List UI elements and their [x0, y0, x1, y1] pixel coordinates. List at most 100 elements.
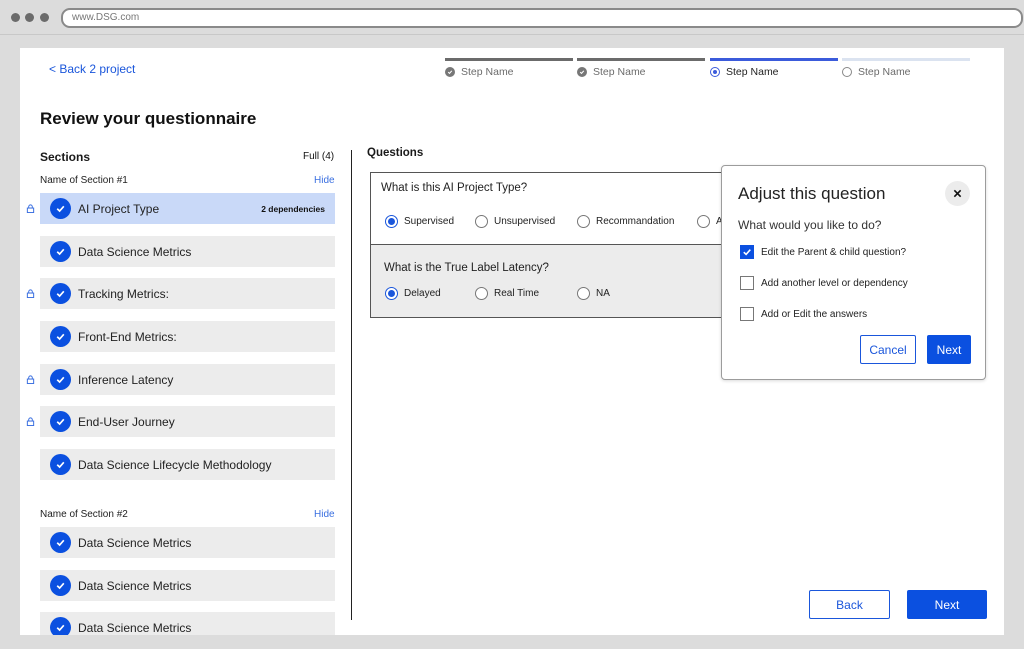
checkbox[interactable] — [740, 245, 754, 259]
section-item-front-end-metrics[interactable]: Front-End Metrics: — [40, 321, 335, 352]
checkbox-label: Add another level or dependency — [761, 277, 908, 289]
page-title: Review your questionnaire — [40, 109, 257, 128]
radio-label: Delayed — [404, 288, 441, 299]
check-circle-icon — [577, 67, 587, 77]
questions-heading: Questions — [367, 147, 424, 159]
section-item-label: Data Science Lifecycle Methodology — [78, 457, 272, 472]
lock-icon — [26, 289, 35, 298]
close-button[interactable] — [945, 181, 970, 206]
section-item-data-science-lifecycle[interactable]: Data Science Lifecycle Methodology — [40, 449, 335, 480]
step-2[interactable]: Step Name — [577, 58, 705, 78]
modal-cancel-button[interactable]: Cancel — [860, 335, 916, 364]
page: < Back 2 project Step Name Step Name Ste… — [20, 48, 1004, 635]
hide-section-link[interactable]: Hide — [314, 509, 335, 520]
section-item-label: AI Project Type — [78, 201, 160, 216]
lock-icon — [26, 204, 35, 213]
radio-option-real-time[interactable]: Real Time — [475, 287, 539, 300]
section-item-label: Tracking Metrics: — [78, 286, 169, 301]
check-circle-icon — [50, 369, 71, 390]
radio-label: Unsupervised — [494, 216, 556, 227]
checkbox[interactable] — [740, 276, 754, 290]
close-icon — [953, 189, 962, 198]
step-3[interactable]: Step Name — [710, 58, 838, 78]
radio-button[interactable] — [475, 215, 488, 228]
radio-button[interactable] — [577, 287, 590, 300]
radio-button[interactable] — [577, 215, 590, 228]
back-button[interactable]: Back — [809, 590, 890, 619]
check-circle-icon — [50, 617, 71, 635]
check-circle-icon — [50, 198, 71, 219]
check-circle-icon — [50, 241, 71, 262]
section-item-tracking-metrics[interactable]: Tracking Metrics: — [26, 278, 335, 309]
back-to-project-link[interactable]: < Back 2 project — [49, 62, 135, 76]
section-item-data-science-metrics[interactable]: Data Science Metrics — [40, 570, 335, 601]
question-text: What is this AI Project Type? — [381, 182, 528, 194]
modal-title: Adjust this question — [738, 184, 886, 203]
section-item-inference-latency[interactable]: Inference Latency — [26, 364, 335, 395]
step-label: Step Name — [593, 66, 646, 78]
section-item-data-science-metrics[interactable]: Data Science Metrics — [40, 236, 335, 267]
window-dot-icon — [11, 13, 20, 22]
sections-count: Full (4) — [303, 151, 335, 162]
radio-option-supervised[interactable]: Supervised — [385, 215, 454, 228]
radio-option-recommandation[interactable]: Recommandation — [577, 215, 674, 228]
step-4[interactable]: Step Name — [842, 58, 970, 78]
section-item-label: Data Science Metrics — [78, 244, 192, 259]
radio-button[interactable] — [385, 287, 398, 300]
modal-subtitle: What would you like to do? — [738, 218, 882, 232]
current-step-icon — [710, 67, 720, 77]
checkbox-label: Edit the Parent & child question? — [761, 246, 907, 258]
empty-circle-icon — [842, 67, 852, 77]
vertical-divider — [351, 150, 352, 620]
question-card[interactable]: What is the True Label Latency? Delayed … — [370, 244, 750, 318]
step-label: Step Name — [858, 66, 911, 78]
radio-label: Supervised — [404, 216, 455, 227]
step-label: Step Name — [726, 66, 779, 78]
radio-label: Recommandation — [596, 216, 675, 227]
section-item-data-science-metrics[interactable]: Data Science Metrics — [40, 612, 335, 635]
modal-next-button[interactable]: Next — [927, 335, 971, 364]
radio-option-unsupervised[interactable]: Unsupervised — [475, 215, 555, 228]
lock-icon — [26, 375, 35, 384]
section-name: Name of Section #1 — [40, 175, 128, 186]
window-dot-icon — [40, 13, 49, 22]
section-item-label: Inference Latency — [78, 372, 174, 387]
adjust-question-modal: Adjust this question What would you like… — [721, 165, 986, 380]
section-item-end-user-journey[interactable]: End-User Journey — [26, 406, 335, 437]
hide-section-link[interactable]: Hide — [314, 175, 335, 186]
section-item-data-science-metrics[interactable]: Data Science Metrics — [40, 527, 335, 558]
question-card[interactable]: What is this AI Project Type? Supervised… — [370, 172, 750, 245]
section-name: Name of Section #2 — [40, 509, 128, 520]
question-text: What is the True Label Latency? — [384, 262, 549, 274]
radio-option-delayed[interactable]: Delayed — [385, 287, 441, 300]
section-item-label: Front-End Metrics: — [78, 329, 177, 344]
check-circle-icon — [445, 67, 455, 77]
check-circle-icon — [50, 532, 71, 553]
step-progress-bar — [577, 58, 705, 61]
window-dot-icon — [25, 13, 34, 22]
next-button[interactable]: Next — [907, 590, 987, 619]
check-circle-icon — [50, 454, 71, 475]
dependencies-badge: 2 dependencies — [261, 203, 325, 214]
radio-button[interactable] — [385, 215, 398, 228]
section-item-ai-project-type[interactable]: AI Project Type 2 dependencies — [26, 193, 335, 224]
address-bar[interactable]: www.DSG.com — [61, 8, 1023, 28]
step-progress-bar — [710, 58, 838, 61]
option-add-edit-answers[interactable]: Add or Edit the answers — [740, 307, 867, 321]
step-progress-bar — [842, 58, 970, 61]
section-item-label: End-User Journey — [78, 414, 175, 429]
option-edit-parent-child[interactable]: Edit the Parent & child question? — [740, 245, 906, 259]
checkbox[interactable] — [740, 307, 754, 321]
sections-heading: Sections — [40, 150, 91, 164]
checkmark-icon — [743, 249, 751, 256]
radio-button[interactable] — [475, 287, 488, 300]
radio-option-na[interactable]: NA — [577, 287, 610, 300]
browser-toolbar: www.DSG.com — [0, 0, 1024, 35]
section-item-label: Data Science Metrics — [78, 578, 192, 593]
step-label: Step Name — [461, 66, 514, 78]
radio-option-truncated[interactable]: A — [697, 215, 723, 228]
step-1[interactable]: Step Name — [445, 58, 573, 78]
checkbox-label: Add or Edit the answers — [761, 308, 868, 320]
radio-button[interactable] — [697, 215, 710, 228]
option-add-level-dependency[interactable]: Add another level or dependency — [740, 276, 908, 290]
